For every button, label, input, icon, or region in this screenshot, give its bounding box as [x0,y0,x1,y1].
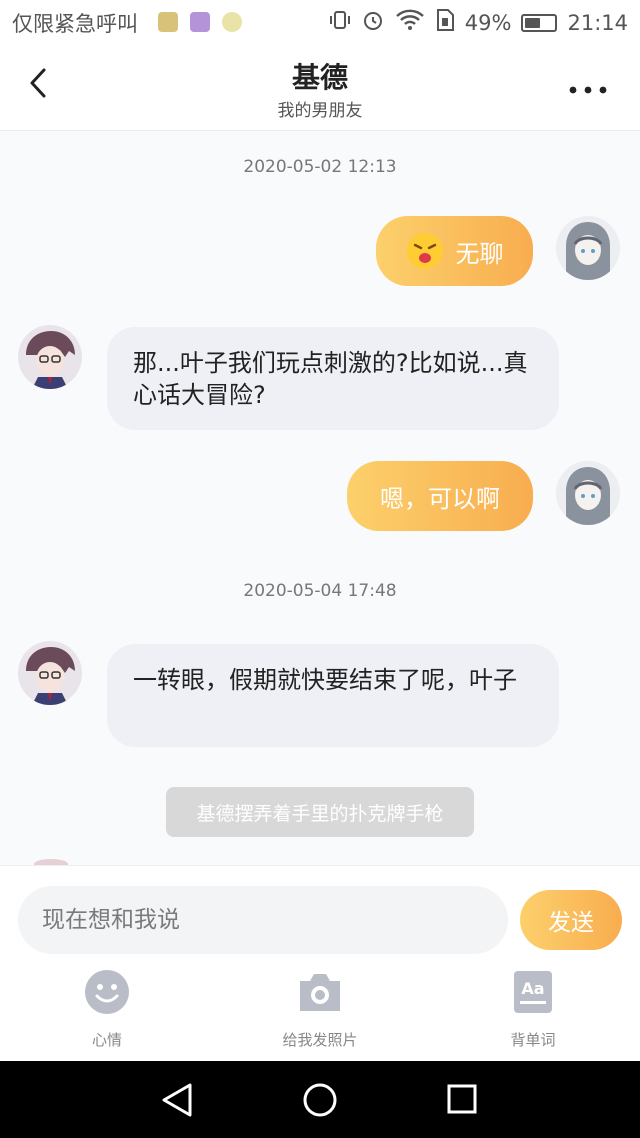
timestamp: 2020-05-04 17:48 [243,581,397,601]
smiley-icon [84,969,130,1019]
my-avatar[interactable] [556,461,620,525]
my-message-text: 嗯，可以啊 [380,484,500,513]
mood-label: 心情 [91,1031,122,1049]
square-recents-icon [447,1084,477,1114]
app-notification-icon [158,12,178,32]
nav-recents-button[interactable] [446,1083,478,1119]
triangle-back-icon [162,1083,192,1117]
my-avatar[interactable] [556,216,620,280]
bulb-notification-icon [222,12,242,32]
contact-relationship: 我的男朋友 [277,101,363,121]
contact-name: 基德 [291,61,348,94]
more-options-button[interactable] [568,72,608,100]
my-message-bubble[interactable]: 无聊 [376,216,533,286]
contact-message-bubble[interactable]: 一转眼，假期就快要结束了呢，叶子 [107,644,559,747]
memorize-words-button[interactable]: Aa 背单词 [463,969,603,1050]
contact-avatar[interactable] [18,641,82,705]
svg-text:Aa: Aa [521,979,544,998]
emoji-face-icon [406,232,444,270]
system-action-text: 基德摆弄着手里的扑克牌手枪 [196,802,444,825]
status-bar: 仅限紧急呼叫 49% 21:14 [0,0,640,44]
memorize-words-label: 背单词 [510,1031,556,1049]
contact-message-text: 那...叶子我们玩点刺激的?比如说...真心话大冒险? [133,349,528,410]
clock: 21:14 [567,10,628,35]
contact-message-bubble[interactable]: 那...叶子我们玩点刺激的?比如说...真心话大冒险? [107,327,559,430]
send-photo-label: 给我发照片 [282,1031,358,1049]
vocabulary-icon: Aa [512,969,554,1019]
send-button[interactable]: 发送 [520,890,622,950]
timestamp: 2020-05-02 12:13 [243,157,397,177]
contact-avatar[interactable] [18,325,82,389]
nav-home-button[interactable] [302,1082,338,1122]
wifi-icon [395,9,425,36]
my-message-text: 无聊 [455,239,504,268]
camera-icon [296,969,344,1019]
input-bar: 发送 [0,865,640,962]
tool-bar: 心情 给我发照片 Aa 背单词 [0,961,640,1061]
vibrate-icon [329,9,351,36]
battery-percent: 49% [464,10,512,35]
alarm-icon [361,8,385,37]
chat-header: 基德 我的男朋友 [0,44,640,131]
nav-back-button[interactable] [160,1082,194,1122]
mood-button[interactable]: 心情 [37,969,177,1050]
system-action-message: 基德摆弄着手里的扑克牌手枪 [166,787,474,837]
my-message-bubble[interactable]: 嗯，可以啊 [347,461,533,531]
more-icon [569,86,607,94]
send-button-label: 发送 [548,910,594,936]
system-nav-bar [0,1061,640,1138]
sim-icon [435,8,455,37]
chat-area[interactable]: 2020-05-02 12:13 无聊 那...叶子我们玩点刺激的?比如说...… [0,131,640,865]
battery-fill [525,17,541,28]
carrier-text: 仅限紧急呼叫 [12,12,138,36]
send-photo-button[interactable]: 给我发照片 [250,969,390,1050]
gallery-notification-icon [190,12,210,32]
circle-home-icon [303,1083,337,1117]
contact-message-text: 一转眼，假期就快要结束了呢，叶子 [133,666,517,694]
battery-icon [521,13,558,32]
message-input[interactable] [18,886,508,954]
